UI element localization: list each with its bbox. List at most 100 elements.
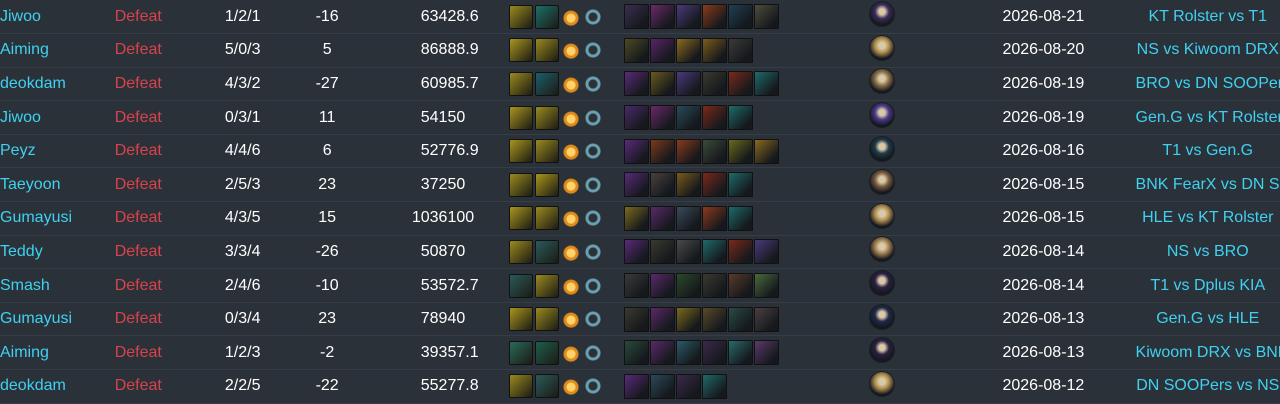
table-row[interactable]: Gumayusi Defeat 0/3/4 23 789 40 2026-08-13 Gen.…	[0, 302, 1280, 337]
player-name-link[interactable]: Gumayusi	[0, 201, 115, 236]
summoner-spell-icon	[582, 240, 603, 263]
keystone-rune-icon	[508, 307, 533, 332]
item-build	[623, 71, 870, 97]
match-date: 2026-08-20	[951, 33, 1136, 68]
player-name-link[interactable]: Teddy	[0, 235, 115, 270]
item-icon	[727, 71, 753, 97]
item-icon	[727, 37, 753, 63]
result-label: Defeat	[114, 100, 202, 135]
kda-value: 2/2/5	[201, 369, 284, 404]
match-date: 2026-08-15	[951, 201, 1136, 236]
table-row[interactable]: Smash Defeat 2/4/6 -10 535 72.7 2026-08-14 T1 v…	[0, 268, 1280, 303]
match-link[interactable]: NS vs Kiwoom DRX	[1135, 33, 1280, 68]
champion-avatar-icon	[869, 236, 896, 263]
match-link[interactable]: T1 vs Gen.G	[1135, 134, 1280, 169]
item-icon	[753, 138, 779, 164]
table-row[interactable]: Teddy Defeat 3/3/4 -26 508 70 2026-08-14 NS vs …	[0, 235, 1280, 270]
secondary-rune-icon	[534, 239, 559, 264]
diff-value: -26	[283, 235, 371, 270]
damage-value: 393	[370, 335, 448, 371]
kda-value: 3/3/4	[201, 235, 284, 270]
item-icon	[727, 138, 753, 164]
match-link[interactable]: HLE vs KT Rolster	[1135, 201, 1280, 236]
player-name-link[interactable]: Gumayusi	[0, 302, 115, 337]
match-link[interactable]: Gen.G vs KT Rolster	[1135, 100, 1280, 135]
player-name-link[interactable]: deokdam	[0, 369, 115, 404]
summoner-spell-icon	[560, 341, 581, 364]
table-row[interactable]: deokdam Defeat 2/2/5 -22 552 77.8 2026-08-12 DN…	[0, 369, 1280, 404]
match-link[interactable]: Kiwoom DRX vs BNK FearX	[1135, 335, 1280, 371]
item-icon	[649, 306, 675, 332]
table-row[interactable]: Jiwoo Defeat 1/2/1 -16 634 28.6 2026-08-21 KT R…	[0, 0, 1280, 35]
match-link[interactable]: KT Rolster vs T1	[1135, 0, 1280, 35]
table-row[interactable]: Taeyoon Defeat 2/5/3 23 372 50 2026-08-15 BNK F…	[0, 167, 1280, 203]
champion-avatar-icon	[869, 68, 896, 95]
items-cell	[623, 33, 870, 68]
match-date: 2026-08-13	[951, 335, 1136, 371]
player-name-link[interactable]: Aiming	[0, 335, 115, 371]
kda-value: 1/2/3	[201, 335, 284, 371]
match-link[interactable]: BRO vs DN SOOPers	[1135, 67, 1280, 102]
result-label: Defeat	[114, 67, 202, 102]
summoner-spell-icon	[582, 375, 603, 398]
keystone-rune-icon	[508, 105, 533, 130]
item-icon	[623, 105, 649, 131]
secondary-rune-icon	[534, 38, 559, 63]
table-row[interactable]: deokdam Defeat 4/3/2 -27 609 85.7 2026-08-19 BR…	[0, 67, 1280, 102]
champion-avatar-icon	[869, 102, 896, 129]
damage-value: 541	[370, 100, 448, 135]
item-icon	[701, 71, 727, 97]
champion-cell	[869, 0, 952, 35]
match-link[interactable]: Gen.G vs HLE	[1135, 302, 1280, 337]
runes-cell	[508, 302, 624, 337]
runes-and-spells	[508, 172, 624, 197]
player-name-link[interactable]: deokdam	[0, 67, 115, 102]
item-icon	[753, 273, 779, 299]
damage-value: 609	[370, 67, 448, 102]
player-name-link[interactable]: Aiming	[0, 33, 115, 68]
champion-avatar-icon	[869, 337, 896, 364]
item-build	[623, 172, 870, 198]
match-link[interactable]: BNK FearX vs DN SOOPers	[1135, 167, 1280, 203]
champion-avatar-icon	[869, 135, 896, 162]
item-build	[623, 239, 870, 265]
table-row[interactable]: Jiwoo Defeat 0/3/1 11 541 50 2026-08-19 Gen.G v…	[0, 100, 1280, 135]
player-name-link[interactable]: Taeyoon	[0, 167, 115, 203]
item-icon	[649, 340, 675, 366]
table-row[interactable]: Gumayusi Defeat 4/3/5 15 1036 100 2026-08-15 HL…	[0, 201, 1280, 236]
player-name-link[interactable]: Jiwoo	[0, 100, 115, 135]
item-build	[623, 138, 870, 164]
secondary-rune-icon	[534, 105, 559, 130]
table-row[interactable]: Aiming Defeat 1/2/3 -2 393 57.1 2026-08-13 Kiwo…	[0, 335, 1280, 371]
match-rows: Jiwoo Defeat 1/2/1 -16 634 28.6 2026-08-21 KT R…	[0, 0, 1280, 404]
kill-participation-value: 40	[447, 302, 509, 337]
items-cell	[623, 201, 870, 236]
player-name-link[interactable]: Smash	[0, 268, 115, 303]
champion-cell	[869, 134, 952, 169]
runes-and-spells	[508, 105, 624, 130]
kda-value: 0/3/1	[201, 100, 284, 135]
summoner-spell-icon	[560, 308, 581, 331]
item-build	[623, 37, 870, 63]
player-name-link[interactable]: Peyz	[0, 134, 115, 169]
player-name-link[interactable]: Jiwoo	[0, 0, 115, 35]
item-icon	[675, 205, 701, 231]
item-icon	[701, 239, 727, 265]
summoner-spell-icon	[582, 140, 603, 163]
item-icon	[675, 105, 701, 131]
kill-participation-value: 85.7	[447, 67, 509, 102]
table-row[interactable]: Peyz Defeat 4/4/6 6 527 76.9 2026-08-16 T1 vs G…	[0, 134, 1280, 169]
match-date: 2026-08-19	[951, 100, 1136, 135]
item-icon	[675, 37, 701, 63]
secondary-rune-icon	[534, 374, 559, 399]
table-row[interactable]: Aiming Defeat 5/0/3 5 868 88.9 2026-08-20 NS vs…	[0, 33, 1280, 68]
match-link[interactable]: DN SOOPers vs NS	[1135, 369, 1280, 404]
match-link[interactable]: NS vs BRO	[1135, 235, 1280, 270]
runes-and-spells	[508, 206, 624, 231]
secondary-rune-icon	[534, 172, 559, 197]
keystone-rune-icon	[508, 71, 533, 96]
item-icon	[649, 4, 675, 30]
item-icon	[623, 4, 649, 30]
item-icon	[727, 4, 753, 30]
match-link[interactable]: T1 vs Dplus KIA	[1135, 268, 1280, 303]
